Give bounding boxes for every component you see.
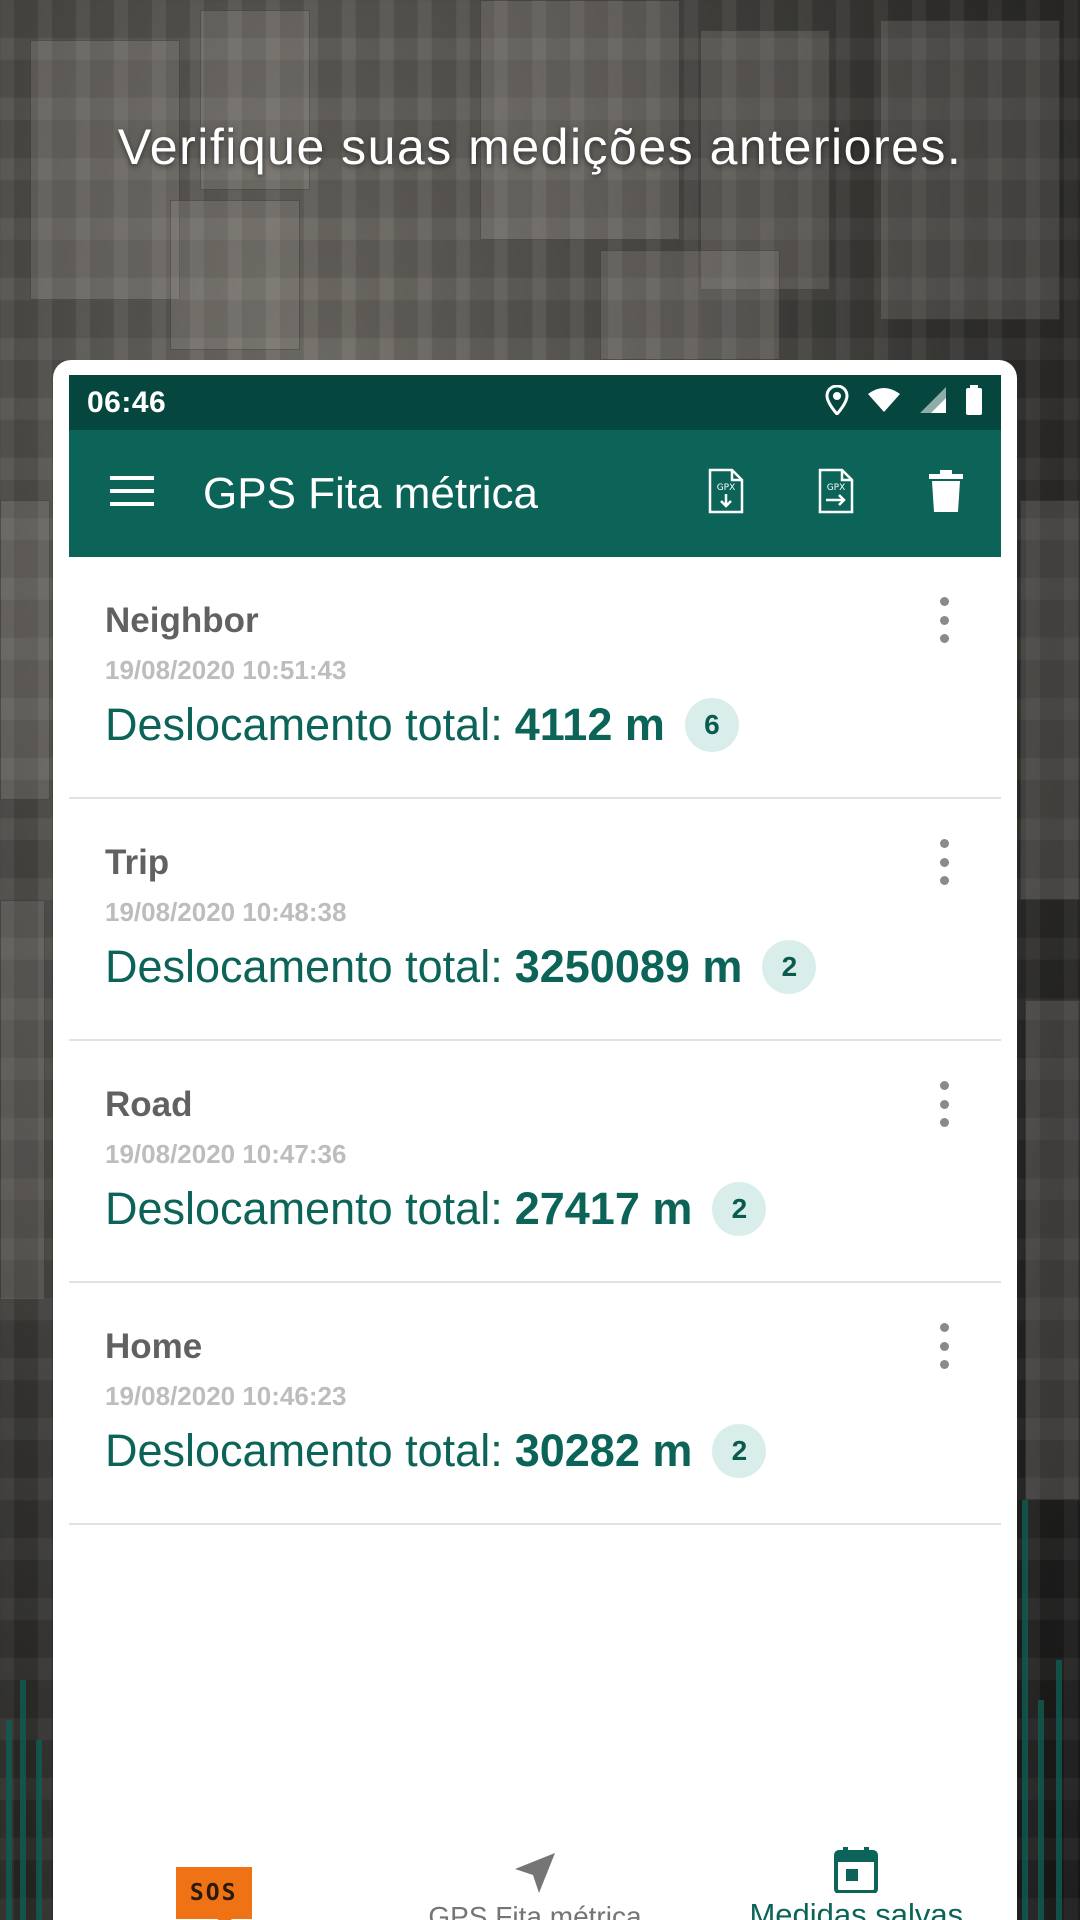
measurement-date: 19/08/2020 10:51:43 (105, 655, 347, 685)
tagline: Verifique suas medições anteriores. (117, 119, 963, 175)
more-vertical-icon (939, 615, 949, 625)
points-count-badge: 2 (712, 1424, 767, 1478)
total-value: 3250089 m (514, 941, 743, 992)
navigation-arrow-icon (513, 1851, 557, 1900)
more-vertical-icon (939, 1323, 949, 1332)
location-pin-icon (825, 384, 849, 420)
status-icons (825, 384, 983, 420)
measurement-date: 19/08/2020 10:47:36 (105, 1139, 347, 1169)
measurement-name: Trip (105, 843, 170, 882)
more-vertical-icon (939, 634, 949, 643)
more-vertical-icon (939, 857, 949, 867)
list-item[interactable]: Neighbor 19/08/2020 10:51:43 Deslocament… (69, 557, 1001, 799)
measurements-list: Neighbor 19/08/2020 10:51:43 Deslocament… (69, 557, 1001, 1525)
points-count-badge: 6 (684, 698, 739, 752)
more-options-button[interactable] (929, 1081, 959, 1127)
bottom-navigation: SOS GPS Fita métrica Medidas salvas (53, 1797, 1017, 1920)
more-vertical-icon (939, 876, 949, 885)
more-options-button[interactable] (929, 597, 959, 643)
gpx-download-icon: GPX (708, 468, 744, 519)
wifi-icon (867, 387, 901, 418)
measurement-total: Deslocamento total: 27417 m 2 (105, 1182, 1001, 1236)
measurement-name: Neighbor (105, 601, 259, 640)
measurement-total: Deslocamento total: 4112 m 6 (105, 698, 1001, 752)
more-vertical-icon (939, 1118, 949, 1127)
total-label: Deslocamento total: (105, 941, 503, 992)
gpx-import-button[interactable]: GPX (671, 430, 781, 557)
nav-item-saved[interactable]: Medidas salvas (696, 1797, 1017, 1920)
more-vertical-icon (939, 1099, 949, 1109)
nav-label-saved: Medidas salvas (749, 1897, 964, 1920)
more-vertical-icon (939, 839, 949, 848)
gpx-share-icon: GPX (818, 468, 854, 519)
total-label: Deslocamento total: (105, 1425, 503, 1476)
measurement-name: Road (105, 1085, 193, 1124)
app-bar: GPS Fita métrica GPX GPX (69, 430, 1001, 557)
more-vertical-icon (939, 1341, 949, 1351)
status-time: 06:46 (87, 385, 167, 419)
delete-all-button[interactable] (891, 430, 1001, 557)
svg-text:GPX: GPX (827, 483, 846, 493)
calendar-icon (834, 1847, 879, 1898)
measurement-name: Home (105, 1327, 203, 1366)
total-value: 27417 m (514, 1183, 693, 1234)
list-item[interactable]: Road 19/08/2020 10:47:36 Deslocamento to… (69, 1041, 1001, 1283)
total-value: 4112 m (514, 699, 665, 750)
points-count-badge: 2 (762, 940, 817, 994)
more-vertical-icon (939, 597, 949, 606)
total-label: Deslocamento total: (105, 699, 503, 750)
nav-item-sos[interactable]: SOS (53, 1797, 374, 1920)
trash-icon (929, 470, 963, 517)
more-vertical-icon (939, 1081, 949, 1090)
sos-icon: SOS (175, 1867, 252, 1919)
measurement-date: 19/08/2020 10:46:23 (105, 1381, 347, 1411)
total-value: 30282 m (514, 1425, 693, 1476)
measurement-date: 19/08/2020 10:48:38 (105, 897, 347, 927)
list-item[interactable]: Home 19/08/2020 10:46:23 Deslocamento to… (69, 1283, 1001, 1525)
more-vertical-icon (939, 1360, 949, 1369)
measurement-total: Deslocamento total: 3250089 m 2 (105, 940, 1001, 994)
gpx-export-button[interactable]: GPX (781, 430, 891, 557)
more-options-button[interactable] (929, 1323, 959, 1369)
status-bar: 06:46 (69, 375, 1001, 430)
nav-item-measure[interactable]: GPS Fita métrica (374, 1797, 695, 1920)
list-item[interactable]: Trip 19/08/2020 10:48:38 Deslocamento to… (69, 799, 1001, 1041)
svg-text:GPX: GPX (717, 483, 736, 493)
app-title: GPS Fita métrica (203, 468, 538, 518)
hamburger-menu-icon (110, 475, 154, 512)
menu-button[interactable] (69, 430, 195, 557)
measurement-total: Deslocamento total: 30282 m 2 (105, 1424, 1001, 1478)
phone-screen: 06:46 GPS Fita métrica GPX GPX Neighbor … (53, 360, 1017, 1920)
total-label: Deslocamento total: (105, 1183, 503, 1234)
signal-icon (919, 386, 947, 419)
points-count-badge: 2 (712, 1182, 767, 1236)
nav-label-measure: GPS Fita métrica (428, 1901, 642, 1920)
battery-icon (965, 385, 983, 420)
app-actions: GPX GPX (671, 430, 1001, 557)
more-options-button[interactable] (929, 839, 959, 885)
